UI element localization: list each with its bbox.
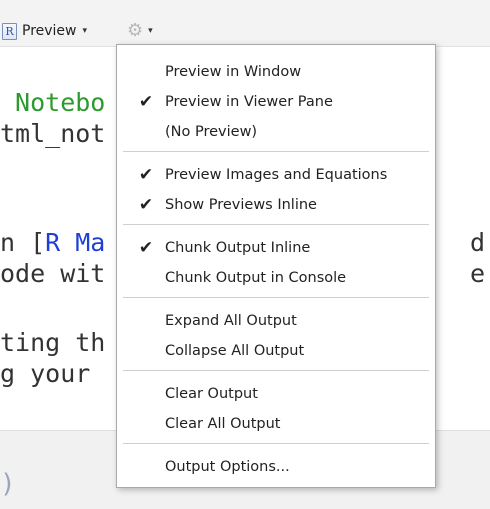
chevron-down-icon: ▾ [148, 26, 153, 36]
menu-separator [123, 370, 429, 371]
menu-item-label: Preview in Viewer Pane [165, 94, 333, 110]
editor-line-tail: e [470, 259, 486, 288]
editor-line: g your [0, 359, 91, 388]
console-text: ) [0, 469, 16, 499]
menu-item-label: Output Options... [165, 459, 290, 475]
menu-item-expand-all-output[interactable]: Expand All Output [117, 306, 435, 336]
editor-line: ting th [0, 328, 106, 357]
preview-options-menu: Preview in Window ✔ Preview in Viewer Pane… [116, 44, 436, 488]
editor-line-tail: d [470, 228, 486, 257]
menu-item-label: Preview in Window [165, 64, 302, 80]
menu-item-no-preview[interactable]: (No Preview) [117, 117, 435, 147]
editor-line: Notebo [0, 88, 106, 117]
menu-item-label: Clear All Output [165, 416, 281, 432]
menu-item-preview-images-and-equations[interactable]: ✔ Preview Images and Equations [117, 160, 435, 190]
editor-line: tml_not [0, 119, 106, 148]
menu-item-preview-in-viewer-pane[interactable]: ✔ Preview in Viewer Pane [117, 87, 435, 117]
editor-line: ode wit [0, 259, 106, 288]
checkmark-icon: ✔ [138, 238, 154, 258]
menu-item-label: Show Previews Inline [165, 197, 317, 213]
editor-link-text: R Ma [45, 228, 106, 257]
menu-item-label: Chunk Output in Console [165, 270, 347, 286]
chevron-down-icon: ▾ [82, 26, 88, 36]
options-gear-button[interactable]: ⚙ ▾ [127, 19, 153, 43]
checkmark-icon: ✔ [138, 195, 154, 215]
editor-text: n [ [0, 228, 46, 257]
rmarkdown-doc-icon: R [2, 22, 17, 40]
menu-separator [123, 224, 429, 225]
menu-item-label: Chunk Output Inline [165, 240, 311, 256]
menu-item-collapse-all-output[interactable]: Collapse All Output [117, 336, 435, 366]
menu-item-preview-in-window[interactable]: Preview in Window [117, 57, 435, 87]
checkmark-icon: ✔ [138, 92, 154, 112]
menu-item-output-options[interactable]: Output Options... [117, 452, 435, 482]
menu-item-label: Collapse All Output [165, 343, 305, 359]
menu-separator [123, 443, 429, 444]
menu-item-label: Expand All Output [165, 313, 297, 329]
preview-label: Preview [22, 23, 77, 39]
menu-item-show-previews-inline[interactable]: ✔ Show Previews Inline [117, 190, 435, 220]
gear-icon: ⚙ [127, 20, 144, 41]
preview-button[interactable]: R Preview ▾ [2, 19, 87, 43]
menu-item-label: Clear Output [165, 386, 258, 402]
menu-item-chunk-output-in-console[interactable]: Chunk Output in Console [117, 263, 435, 293]
menu-item-clear-all-output[interactable]: Clear All Output [117, 409, 435, 439]
menu-item-clear-output[interactable]: Clear Output [117, 379, 435, 409]
editor-toolbar: R Preview ▾ ⚙ ▾ [0, 0, 490, 47]
menu-item-label: (No Preview) [165, 124, 258, 140]
menu-item-label: Preview Images and Equations [165, 167, 388, 183]
rstudio-window: R Preview ▾ ⚙ ▾ Notebo tml_not n [R Ma o… [0, 0, 490, 509]
editor-line: n [R Ma [0, 228, 105, 258]
menu-separator [123, 151, 429, 152]
menu-separator [123, 297, 429, 298]
menu-item-chunk-output-inline[interactable]: ✔ Chunk Output Inline [117, 233, 435, 263]
checkmark-icon: ✔ [138, 165, 154, 185]
